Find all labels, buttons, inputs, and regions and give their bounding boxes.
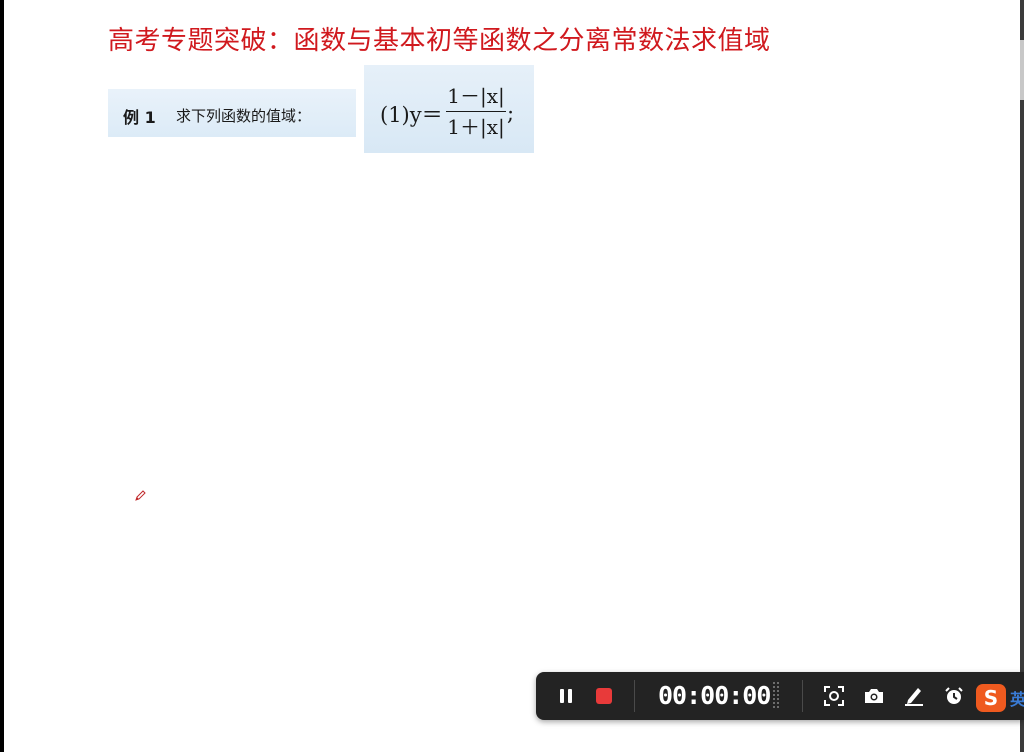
camera-icon xyxy=(865,689,883,703)
example-heading-box: 例 1 求下列函数的值域： xyxy=(108,89,356,137)
window-edge-scrollbar[interactable] xyxy=(1020,0,1024,752)
alarm-clock-icon xyxy=(945,687,963,704)
ime-logo-letter: S xyxy=(983,686,999,710)
pen-cursor-icon xyxy=(135,490,146,501)
screen-recorder-toolbar: 00:00:00 S 英 xyxy=(536,672,1024,720)
example-number-label: 例 1 xyxy=(123,108,156,127)
camera-button[interactable] xyxy=(860,682,888,710)
slide-title: 高考专题突破：函数与基本初等函数之分离常数法求值域 xyxy=(108,26,771,56)
formula-prefix: (1)y＝ xyxy=(380,103,443,127)
scheduled-recording-button[interactable] xyxy=(940,682,968,710)
fraction-numerator: 1－|x| xyxy=(447,84,505,108)
sogou-ime-icon[interactable]: S xyxy=(976,684,1006,712)
region-capture-icon xyxy=(824,686,844,706)
presentation-slide: 高考专题突破：函数与基本初等函数之分离常数法求值域 例 1 求下列函数的值域： … xyxy=(4,0,1020,752)
pause-button[interactable] xyxy=(552,682,580,710)
toolbar-divider xyxy=(802,680,803,712)
drag-handle-icon[interactable] xyxy=(772,680,780,712)
fraction-denominator: 1＋|x| xyxy=(447,115,505,139)
example-prompt-text: 求下列函数的值域： xyxy=(176,107,312,125)
region-screenshot-button[interactable] xyxy=(820,682,848,710)
ime-language-indicator[interactable]: 英 xyxy=(1010,686,1024,710)
toolbar-divider xyxy=(634,680,635,712)
formula-suffix: ; xyxy=(507,101,515,125)
annotate-pen-button[interactable] xyxy=(900,682,928,710)
pen-icon xyxy=(905,688,923,706)
fraction-bar xyxy=(446,111,506,112)
scrollbar-thumb[interactable] xyxy=(1020,40,1024,100)
recording-timer: 00:00:00 xyxy=(658,681,771,710)
stop-icon xyxy=(596,688,612,704)
stop-button[interactable] xyxy=(590,682,618,710)
formula-box: (1)y＝ 1－|x| 1＋|x| ; xyxy=(364,65,534,153)
formula-fraction: 1－|x| 1＋|x| xyxy=(446,83,506,140)
pause-icon xyxy=(560,689,572,703)
